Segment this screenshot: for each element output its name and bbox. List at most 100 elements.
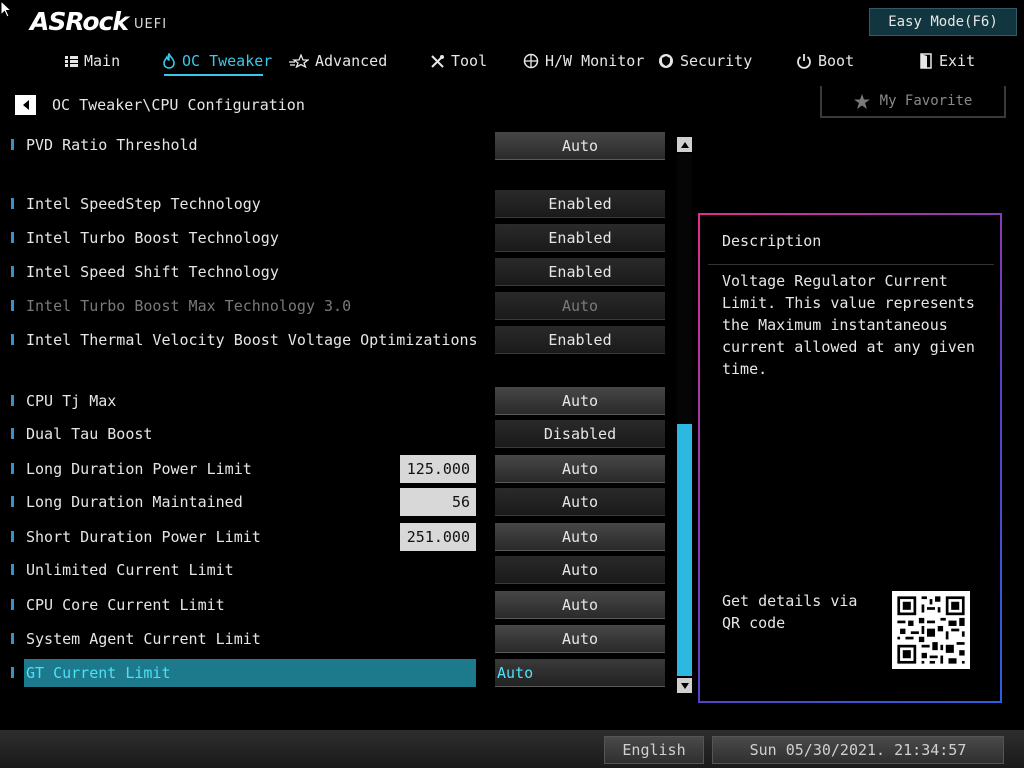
setting-value-input[interactable]: Auto: [495, 659, 665, 687]
tab-exit-label: Exit: [939, 52, 976, 70]
row-bullet: [11, 334, 14, 345]
monitor-icon: [523, 53, 539, 69]
row-bullet: [11, 395, 14, 406]
setting-label: Intel Speed Shift Technology: [26, 263, 279, 281]
language-button[interactable]: English: [604, 736, 704, 764]
row-bullet: [11, 633, 14, 644]
back-arrow-icon: [22, 100, 29, 110]
setting-value-dropdown[interactable]: Enabled: [495, 190, 665, 218]
setting-row-intel-speedstep[interactable]: Intel SpeedStep Technology Enabled: [0, 190, 680, 218]
setting-row-intel-speed-shift[interactable]: Intel Speed Shift Technology Enabled: [0, 258, 680, 286]
row-bullet: [11, 300, 14, 311]
tab-security-label: Security: [680, 52, 753, 70]
my-favorite-button[interactable]: My Favorite: [820, 86, 1006, 118]
arrow-up-icon: [680, 141, 689, 148]
my-favorite-label: My Favorite: [879, 93, 973, 109]
breadcrumb: OC Tweaker\CPU Configuration: [52, 96, 305, 114]
star-icon: [289, 54, 309, 68]
logo-uefi: UEFI: [133, 17, 168, 32]
current-value-readout: 251.000: [400, 523, 476, 551]
setting-label: CPU Core Current Limit: [26, 596, 225, 614]
row-bullet: [11, 198, 14, 209]
current-value-readout: 56: [400, 488, 476, 516]
setting-row-system-agent-current-limit[interactable]: System Agent Current Limit Auto: [0, 625, 680, 653]
row-bullet: [11, 428, 14, 439]
easy-mode-button[interactable]: Easy Mode(F6): [869, 8, 1017, 36]
setting-value-dropdown[interactable]: Auto: [495, 591, 665, 619]
setting-row-intel-turbo-boost[interactable]: Intel Turbo Boost Technology Enabled: [0, 224, 680, 252]
star-icon: [853, 93, 870, 109]
setting-value-dropdown[interactable]: Disabled: [495, 420, 665, 448]
tab-exit[interactable]: Exit: [919, 50, 975, 72]
setting-row-unlimited-current-limit[interactable]: Unlimited Current Limit Auto: [0, 556, 680, 584]
tab-security[interactable]: Security: [658, 50, 752, 72]
tab-hw-monitor[interactable]: H/W Monitor: [523, 50, 644, 72]
row-bullet: [11, 139, 14, 150]
row-bullet: [11, 232, 14, 243]
exit-icon: [920, 53, 932, 69]
setting-label: System Agent Current Limit: [26, 630, 261, 648]
setting-label: Unlimited Current Limit: [26, 561, 234, 579]
tab-boot[interactable]: Boot: [796, 50, 854, 72]
tab-main-label: Main: [84, 52, 121, 70]
description-title: Description: [722, 232, 822, 250]
tab-main[interactable]: Main: [65, 50, 120, 72]
row-bullet: [11, 667, 14, 678]
mouse-cursor-icon: [0, 0, 12, 18]
setting-value-dropdown[interactable]: Auto: [495, 488, 665, 516]
row-bullet: [11, 463, 14, 474]
asrock-logo: ASRock UEFI: [30, 7, 168, 36]
setting-label: CPU Tj Max: [26, 392, 117, 410]
scroll-up-button[interactable]: [677, 137, 692, 152]
back-button[interactable]: [15, 95, 36, 115]
tab-tool[interactable]: Tool: [430, 50, 487, 72]
tools-icon: [431, 54, 444, 68]
setting-label: PVD Ratio Threshold: [26, 136, 198, 154]
setting-row-cpu-tj-max[interactable]: CPU Tj Max Auto: [0, 387, 680, 415]
setting-label: Long Duration Power Limit: [26, 460, 252, 478]
qr-code-image: [892, 591, 970, 669]
setting-value-dropdown[interactable]: Auto: [495, 556, 665, 584]
setting-row-dual-tau-boost[interactable]: Dual Tau Boost Disabled: [0, 420, 680, 448]
setting-value-dropdown[interactable]: Enabled: [495, 224, 665, 252]
tab-hw-monitor-label: H/W Monitor: [545, 52, 645, 70]
setting-label: Long Duration Maintained: [26, 493, 243, 511]
setting-row-long-duration-maintained[interactable]: Long Duration Maintained 56 Auto: [0, 488, 680, 516]
setting-value-dropdown[interactable]: Auto: [495, 455, 665, 483]
setting-row-intel-tvb-voltage-opt[interactable]: Intel Thermal Velocity Boost Voltage Opt…: [0, 326, 680, 354]
scroll-down-button[interactable]: [677, 678, 692, 693]
setting-label: Intel SpeedStep Technology: [26, 195, 261, 213]
shield-icon: [659, 54, 673, 68]
setting-row-long-duration-power-limit[interactable]: Long Duration Power Limit 125.000 Auto: [0, 455, 680, 483]
setting-value-dropdown[interactable]: Auto: [495, 625, 665, 653]
setting-value-dropdown[interactable]: Enabled: [495, 258, 665, 286]
flame-icon: [163, 53, 175, 69]
setting-value-dropdown[interactable]: Enabled: [495, 326, 665, 354]
setting-label: Intel Thermal Velocity Boost Voltage Opt…: [26, 331, 478, 349]
setting-row-gt-current-limit[interactable]: GT Current Limit Auto: [0, 659, 680, 687]
setting-value-dropdown[interactable]: Auto: [495, 387, 665, 415]
datetime-display: Sun 05/30/2021. 21:34:57: [712, 736, 1004, 764]
tab-oc-tweaker[interactable]: OC Tweaker: [162, 50, 272, 72]
description-text: Voltage Regulator Current Limit. This va…: [722, 272, 975, 378]
setting-value-dropdown[interactable]: Auto: [495, 523, 665, 551]
setting-row-short-duration-power-limit[interactable]: Short Duration Power Limit 251.000 Auto: [0, 523, 680, 551]
row-bullet: [11, 266, 14, 277]
tab-advanced[interactable]: Advanced: [289, 50, 387, 72]
tab-oc-tweaker-label: OC Tweaker: [182, 52, 273, 70]
arrow-down-icon: [680, 682, 689, 689]
setting-row-intel-turbo-boost-max-3: Intel Turbo Boost Max Technology 3.0 Aut…: [0, 292, 680, 320]
scrollbar-thumb[interactable]: [677, 424, 692, 676]
setting-value-dropdown[interactable]: Auto: [495, 132, 665, 160]
setting-row-pvd-ratio-threshold[interactable]: PVD Ratio Threshold Auto: [0, 131, 680, 160]
row-bullet: [11, 496, 14, 507]
power-icon: [797, 54, 811, 69]
setting-label: GT Current Limit: [26, 664, 171, 682]
row-bullet: [11, 531, 14, 542]
description-divider: [708, 264, 994, 265]
list-icon: [65, 55, 78, 67]
setting-row-cpu-core-current-limit[interactable]: CPU Core Current Limit Auto: [0, 591, 680, 619]
tab-advanced-label: Advanced: [315, 52, 388, 70]
setting-label: Intel Turbo Boost Max Technology 3.0: [26, 297, 352, 315]
tab-boot-label: Boot: [818, 52, 855, 70]
